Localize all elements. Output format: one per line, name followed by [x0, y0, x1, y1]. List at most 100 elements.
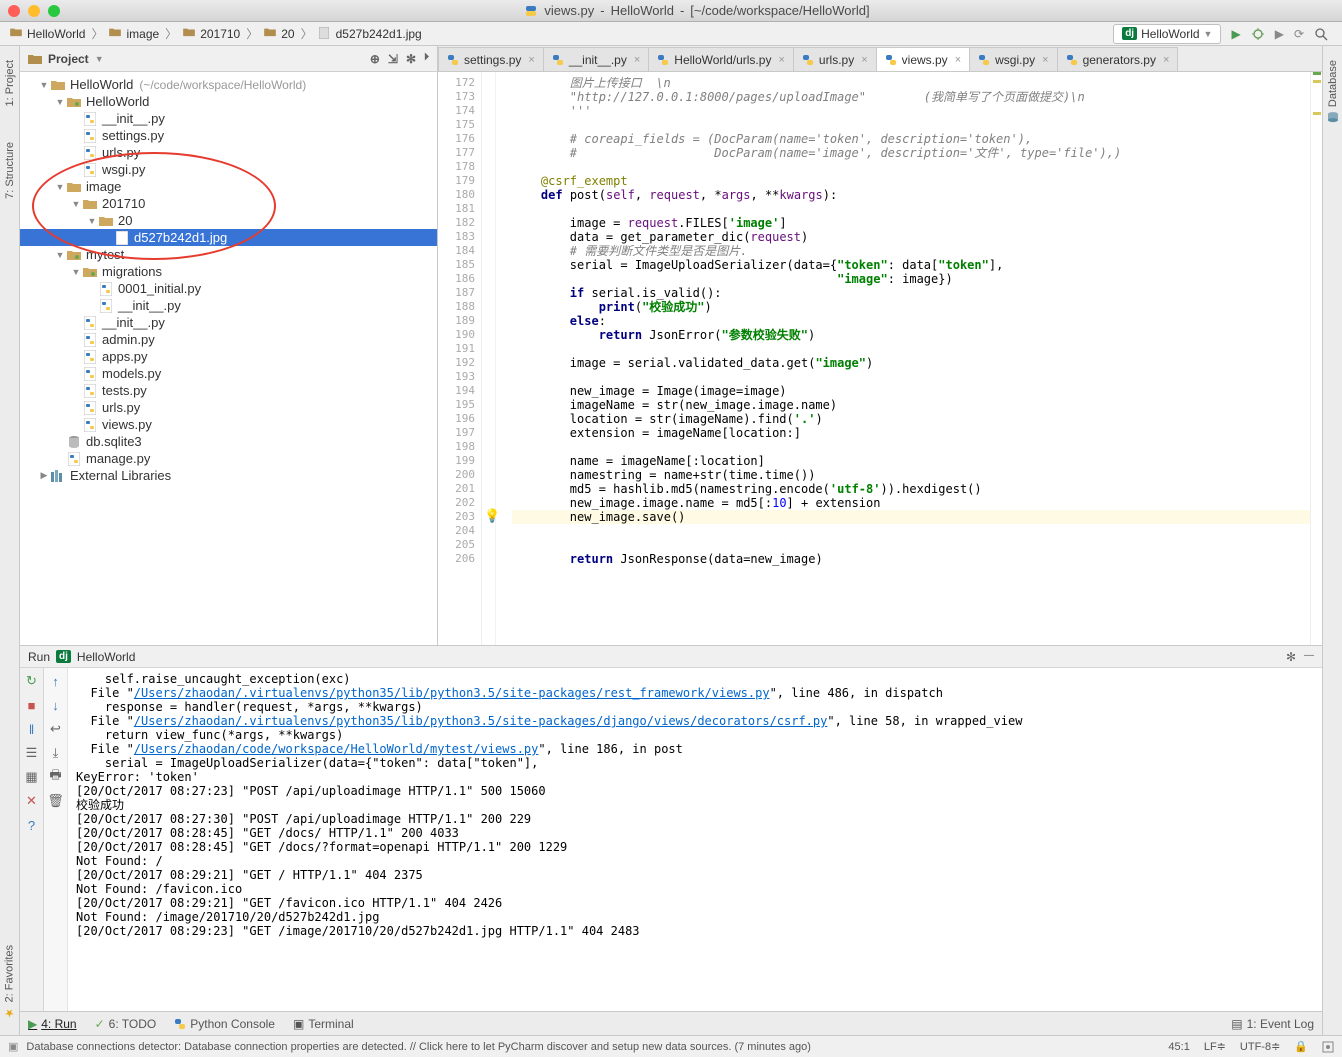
tool-tab-structure[interactable]: 7: Structure: [2, 134, 18, 207]
close-tab-icon[interactable]: ×: [861, 54, 867, 66]
intention-bulb-icon[interactable]: 💡: [484, 510, 500, 524]
code-line[interactable]: [512, 202, 1310, 216]
code-line[interactable]: [512, 440, 1310, 454]
hide-panel-icon[interactable]: ⏵: [424, 52, 429, 66]
console-output[interactable]: self.raise_uncaught_exception(exc) File …: [68, 668, 1322, 1035]
tree-item[interactable]: apps.py: [20, 348, 437, 365]
fold-column[interactable]: [482, 72, 496, 645]
inspection-indicator-icon[interactable]: [1322, 1041, 1334, 1053]
gear-icon[interactable]: ✻: [1286, 650, 1296, 664]
editor-tab[interactable]: views.py×: [876, 47, 970, 71]
tree-arrow-icon[interactable]: ▶: [38, 470, 50, 481]
error-stripe[interactable]: [1310, 72, 1322, 645]
chevron-down-icon[interactable]: ▼: [95, 54, 104, 64]
close-tab-icon[interactable]: ×: [634, 54, 640, 66]
lock-icon[interactable]: 🔒: [1294, 1040, 1308, 1053]
tree-item[interactable]: db.sqlite3: [20, 433, 437, 450]
code-line[interactable]: new_image.image.name = md5[:10] + extens…: [512, 496, 1310, 510]
code-line[interactable]: [512, 370, 1310, 384]
code-line[interactable]: 💡 new_image.save(): [512, 510, 1310, 524]
search-everywhere-button[interactable]: [1314, 27, 1328, 41]
tree-item[interactable]: settings.py: [20, 127, 437, 144]
console-line[interactable]: Not Found: /image/201710/20/d527b242d1.j…: [76, 910, 1314, 924]
tree-arrow-icon[interactable]: ▼: [54, 97, 66, 107]
tree-item[interactable]: ▼20: [20, 212, 437, 229]
console-line[interactable]: [20/Oct/2017 08:27:30] "POST /api/upload…: [76, 812, 1314, 826]
code-line[interactable]: data = get_parameter_dic(request): [512, 230, 1310, 244]
code-line[interactable]: [512, 524, 1310, 538]
code-line[interactable]: # 需要判断文件类型是否是图片.: [512, 244, 1310, 258]
run-config-selector[interactable]: dj HelloWorld ▼: [1113, 24, 1221, 44]
editor-tab[interactable]: generators.py×: [1057, 47, 1179, 71]
code-line[interactable]: 图片上传接口 \n: [512, 76, 1310, 90]
tree-item[interactable]: urls.py: [20, 144, 437, 161]
console-line[interactable]: [20/Oct/2017 08:28:45] "GET /docs/?forma…: [76, 840, 1314, 854]
console-line[interactable]: response = handler(request, *args, **kwa…: [76, 700, 1314, 714]
run-button[interactable]: ▶: [1231, 27, 1240, 41]
editor-tab[interactable]: HelloWorld/urls.py×: [648, 47, 794, 71]
gear-icon[interactable]: ✻: [406, 52, 416, 66]
debug-button[interactable]: [1251, 27, 1265, 41]
editor-tab[interactable]: urls.py×: [793, 47, 877, 71]
close-tab-icon[interactable]: ×: [1163, 54, 1169, 66]
tree-arrow-icon[interactable]: ▼: [54, 250, 66, 260]
close-button[interactable]: ✕: [23, 792, 41, 810]
breadcrumb-item[interactable]: 201710: [179, 27, 244, 41]
tree-item[interactable]: urls.py: [20, 399, 437, 416]
editor-tab[interactable]: settings.py×: [438, 47, 544, 71]
code-line[interactable]: namestring = name+str(time.time()): [512, 468, 1310, 482]
console-line[interactable]: KeyError: 'token': [76, 770, 1314, 784]
code-line[interactable]: @csrf_exempt: [512, 174, 1310, 188]
console-line[interactable]: serial = ImageUploadSerializer(data={"to…: [76, 756, 1314, 770]
file-encoding[interactable]: UTF-8≑: [1240, 1040, 1280, 1053]
tool-tab-favorites[interactable]: ★2: Favorites: [1, 937, 18, 1027]
code-line[interactable]: image = serial.validated_data.get("image…: [512, 356, 1310, 370]
hide-panel-icon[interactable]: —: [1304, 650, 1314, 664]
tree-item[interactable]: __init__.py: [20, 297, 437, 314]
tree-item[interactable]: ▼HelloWorld: [20, 93, 437, 110]
maximize-window-button[interactable]: [48, 5, 60, 17]
tool-tab-project[interactable]: 1: Project: [2, 52, 18, 114]
code-line[interactable]: [512, 342, 1310, 356]
scroll-from-source-icon[interactable]: ⊕: [370, 52, 380, 66]
tree-item[interactable]: ▼201710: [20, 195, 437, 212]
tree-item[interactable]: 0001_initial.py: [20, 280, 437, 297]
console-line[interactable]: self.raise_uncaught_exception(exc): [76, 672, 1314, 686]
soft-wrap-button[interactable]: ↩: [47, 720, 65, 738]
tree-item[interactable]: views.py: [20, 416, 437, 433]
console-line[interactable]: File "/Users/zhaodan/code/workspace/Hell…: [76, 742, 1314, 756]
tree-arrow-icon[interactable]: ▼: [70, 199, 82, 209]
cursor-position[interactable]: 45:1: [1168, 1041, 1189, 1053]
code-body[interactable]: 图片上传接口 \n "http://127.0.0.1:8000/pages/u…: [496, 72, 1310, 645]
editor-tab[interactable]: __init__.py×: [543, 47, 649, 71]
clear-button[interactable]: 🗑: [47, 792, 65, 810]
console-line[interactable]: [20/Oct/2017 08:29:23] "GET /image/20171…: [76, 924, 1314, 938]
tree-item[interactable]: ▼HelloWorld(~/code/workspace/HelloWorld): [20, 76, 437, 93]
code-line[interactable]: return JsonError("参数校验失败"): [512, 328, 1310, 342]
console-line[interactable]: [20/Oct/2017 08:27:23] "POST /api/upload…: [76, 784, 1314, 798]
close-tab-icon[interactable]: ×: [528, 54, 534, 66]
console-line[interactable]: [20/Oct/2017 08:29:21] "GET /favicon.ico…: [76, 896, 1314, 910]
console-line[interactable]: [20/Oct/2017 08:29:21] "GET / HTTP/1.1" …: [76, 868, 1314, 882]
stop-button[interactable]: ■: [23, 696, 41, 714]
tree-item[interactable]: manage.py: [20, 450, 437, 467]
close-tab-icon[interactable]: ×: [778, 54, 784, 66]
tree-item[interactable]: models.py: [20, 365, 437, 382]
up-stack-button[interactable]: ↑: [47, 672, 65, 690]
line-separator[interactable]: LF≑: [1204, 1040, 1226, 1053]
code-line[interactable]: # DocParam(name='image', description='文件…: [512, 146, 1310, 160]
tree-arrow-icon[interactable]: ▼: [38, 80, 50, 90]
console-line[interactable]: File "/Users/zhaodan/.virtualenvs/python…: [76, 714, 1314, 728]
code-line[interactable]: [512, 538, 1310, 552]
code-line[interactable]: imageName = str(new_image.image.name): [512, 398, 1310, 412]
code-line[interactable]: [512, 160, 1310, 174]
run-with-coverage-button[interactable]: ▶: [1275, 27, 1284, 41]
tool-tab[interactable]: ▶4: Run: [28, 1017, 77, 1031]
code-line[interactable]: if serial.is_valid():: [512, 286, 1310, 300]
tree-item[interactable]: ▼image: [20, 178, 437, 195]
console-line[interactable]: Not Found: /: [76, 854, 1314, 868]
tree-item[interactable]: __init__.py: [20, 314, 437, 331]
tool-window-toggle-icon[interactable]: ▣: [8, 1040, 18, 1053]
breadcrumb-item[interactable]: 20: [260, 27, 298, 41]
code-line[interactable]: "image": image}): [512, 272, 1310, 286]
